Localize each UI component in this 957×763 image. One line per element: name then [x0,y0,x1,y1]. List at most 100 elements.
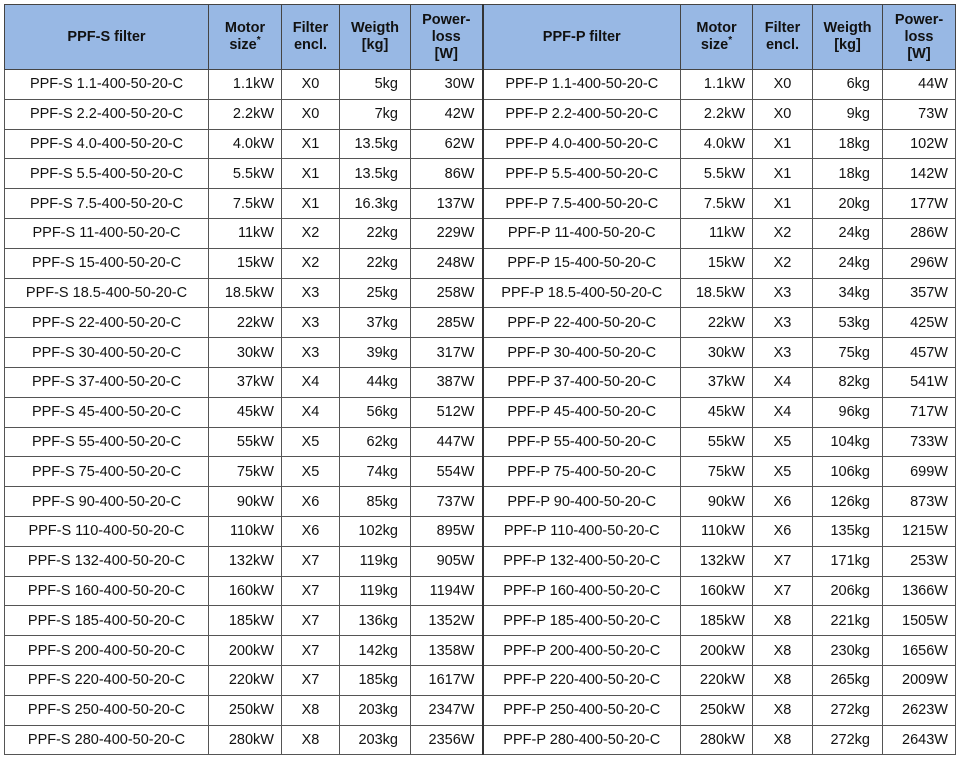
s-filter-encl-cell: X1 [281,188,340,219]
p-power-loss-cell: 142W [882,158,956,190]
p-power-loss-cell: 2009W [882,664,956,696]
table-row: PPF-S 200-400-50-20-C 200kW X7 142kg 1358W PP… [4,635,956,666]
s-filter-name-cell: PPF-S 280-400-50-20-C [4,724,209,756]
p-motor-size-cell: 15kW [680,247,753,279]
s-filter-name-cell: PPF-S 1.1-400-50-20-C [4,69,209,100]
s-power-loss-cell: 895W [410,515,483,547]
p-power-loss-cell: 44W [882,69,956,100]
s-motor-size-cell: 37kW [208,366,282,398]
s-motor-size-cell: 220kW [208,664,282,696]
s-filter-encl-cell: X6 [281,515,340,547]
p-filter-name-cell: PPF-P 22-400-50-20-C [481,307,681,339]
p-power-loss-cell: 541W [882,366,956,398]
p-power-loss-cell: 1656W [882,635,956,666]
s-motor-size-cell: 45kW [208,396,282,428]
p-weight-cell: 230kg [812,635,883,666]
s-weight-cell: 25kg [339,277,411,309]
p-filter-encl-cell: X8 [752,694,813,726]
p-power-loss-cell: 286W [882,217,956,249]
s-power-loss-cell: 1352W [410,605,483,637]
s-filter-name-cell: PPF-S 220-400-50-20-C [4,664,209,696]
p-weight-cell: 221kg [812,605,883,637]
s-motor-size-cell: 250kW [208,694,282,726]
s-filter-encl-cell: X4 [281,366,340,398]
p-weight-cell: 9kg [812,98,883,130]
table-row: PPF-S 55-400-50-20-C 55kW X5 62kg 447W PPF-P … [4,426,956,458]
s-power-loss-cell: 42W [410,98,483,130]
header-s-filter: PPF-S filter [4,4,209,70]
header-p-filter-encl: Filter encl. [752,4,813,70]
p-filter-name-cell: PPF-P 132-400-50-20-C [481,545,681,577]
p-filter-encl-cell: X3 [752,337,813,368]
s-filter-encl-cell: X7 [281,605,340,637]
p-motor-size-cell: 45kW [680,396,753,428]
s-weight-cell: 39kg [339,337,411,368]
p-motor-size-cell: 30kW [680,337,753,368]
s-motor-size-cell: 4.0kW [208,128,282,160]
s-filter-name-cell: PPF-S 160-400-50-20-C [4,575,209,607]
s-power-loss-cell: 387W [410,366,483,398]
s-filter-encl-cell: X5 [281,456,340,488]
s-power-loss-cell: 1358W [410,635,483,666]
p-filter-encl-cell: X7 [752,545,813,577]
s-motor-size-cell: 15kW [208,247,282,279]
s-power-loss-cell: 30W [410,69,483,100]
header-p-weight: Weigth [kg] [812,4,883,70]
table-row: PPF-S 2.2-400-50-20-C 2.2kW X0 7kg 42W PPF-P … [4,98,956,130]
s-filter-encl-cell: X2 [281,247,340,279]
p-motor-size-cell: 2.2kW [680,98,753,130]
p-power-loss-cell: 253W [882,545,956,577]
s-filter-name-cell: PPF-S 30-400-50-20-C [4,337,209,368]
s-power-loss-cell: 258W [410,277,483,309]
s-filter-encl-cell: X2 [281,217,340,249]
s-weight-cell: 13.5kg [339,158,411,190]
p-motor-size-cell: 220kW [680,664,753,696]
p-filter-name-cell: PPF-P 30-400-50-20-C [481,337,681,368]
s-power-loss-cell: 737W [410,486,483,517]
p-motor-size-cell: 185kW [680,605,753,637]
s-motor-size-cell: 22kW [208,307,282,339]
s-filter-name-cell: PPF-S 200-400-50-20-C [4,635,209,666]
s-filter-encl-cell: X8 [281,694,340,726]
s-weight-cell: 142kg [339,635,411,666]
s-motor-size-cell: 200kW [208,635,282,666]
p-filter-name-cell: PPF-P 11-400-50-20-C [481,217,681,249]
table-row: PPF-S 280-400-50-20-C 280kW X8 203kg 2356W PP… [4,724,956,756]
p-filter-name-cell: PPF-P 1.1-400-50-20-C [481,69,681,100]
p-power-loss-cell: 2623W [882,694,956,726]
p-filter-name-cell: PPF-P 110-400-50-20-C [481,515,681,547]
table-row: PPF-S 5.5-400-50-20-C 5.5kW X1 13.5kg 86W PPF… [4,158,956,190]
table-row: PPF-S 1.1-400-50-20-C 1.1kW X0 5kg 30W PPF-P … [4,69,956,100]
s-filter-encl-cell: X7 [281,545,340,577]
s-weight-cell: 16.3kg [339,188,411,219]
table-row: PPF-S 160-400-50-20-C 160kW X7 119kg 1194W PP… [4,575,956,607]
s-filter-name-cell: PPF-S 37-400-50-20-C [4,366,209,398]
s-power-loss-cell: 1194W [410,575,483,607]
header-s-power-loss: Power- loss [W] [410,4,483,70]
table-row: PPF-S 18.5-400-50-20-C 18.5kW X3 25kg 258W PP… [4,277,956,309]
s-weight-cell: 44kg [339,366,411,398]
s-weight-cell: 85kg [339,486,411,517]
p-filter-encl-cell: X1 [752,188,813,219]
p-filter-name-cell: PPF-P 2.2-400-50-20-C [481,98,681,130]
p-filter-encl-cell: X6 [752,486,813,517]
s-power-loss-cell: 2347W [410,694,483,726]
header-p-power-loss: Power- loss [W] [882,4,956,70]
s-power-loss-cell: 447W [410,426,483,458]
p-filter-name-cell: PPF-P 75-400-50-20-C [481,456,681,488]
p-filter-encl-cell: X8 [752,724,813,756]
s-motor-size-cell: 132kW [208,545,282,577]
p-filter-encl-cell: X3 [752,277,813,309]
p-filter-name-cell: PPF-P 4.0-400-50-20-C [481,128,681,160]
p-weight-cell: 53kg [812,307,883,339]
p-filter-name-cell: PPF-P 90-400-50-20-C [481,486,681,517]
s-motor-size-cell: 90kW [208,486,282,517]
table-body: PPF-S 1.1-400-50-20-C 1.1kW X0 5kg 30W PPF-P … [4,69,956,756]
s-power-loss-cell: 554W [410,456,483,488]
p-filter-name-cell: PPF-P 200-400-50-20-C [481,635,681,666]
p-motor-size-cell: 7.5kW [680,188,753,219]
s-motor-size-cell: 185kW [208,605,282,637]
s-filter-encl-cell: X7 [281,664,340,696]
s-filter-encl-cell: X3 [281,337,340,368]
table-row: PPF-S 37-400-50-20-C 37kW X4 44kg 387W PPF-P … [4,366,956,398]
